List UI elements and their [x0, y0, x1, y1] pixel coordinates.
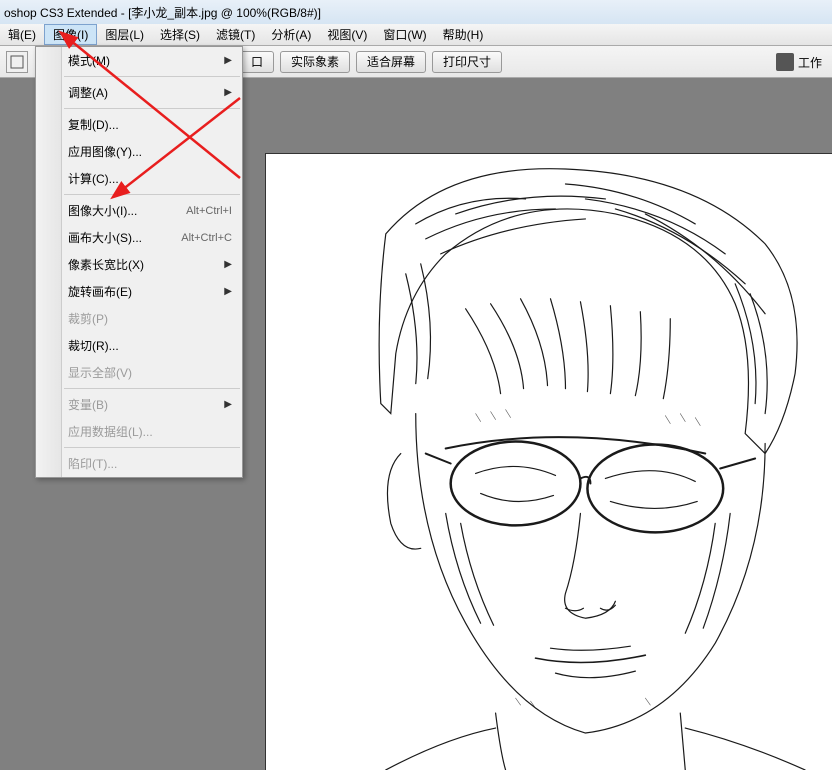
menu-mode-label: 模式(M) — [68, 52, 110, 69]
document-canvas[interactable] — [265, 153, 832, 770]
menu-pixel-aspect[interactable]: 像素长宽比(X) ▶ — [36, 251, 242, 278]
menu-apply-image[interactable]: 应用图像(Y)... — [36, 138, 242, 165]
menu-variables: 变量(B) ▶ — [36, 391, 242, 418]
menu-rotate-canvas-label: 旋转画布(E) — [68, 283, 132, 300]
menu-apply-image-label: 应用图像(Y)... — [68, 143, 142, 160]
menu-mode[interactable]: 模式(M) ▶ — [36, 47, 242, 74]
print-size-button[interactable]: 打印尺寸 — [432, 51, 502, 73]
sketch-image — [266, 154, 832, 770]
menu-separator — [64, 108, 240, 109]
tool-preset-icon[interactable] — [6, 51, 28, 73]
blank-button[interactable]: 口 — [240, 51, 274, 73]
menu-trim-label: 裁切(R)... — [68, 337, 119, 354]
menu-pixel-aspect-label: 像素长宽比(X) — [68, 256, 144, 273]
menu-apply-dataset-label: 应用数据组(L)... — [68, 423, 153, 440]
right-panel: 工作 — [772, 46, 832, 78]
menu-adjustments[interactable]: 调整(A) ▶ — [36, 79, 242, 106]
menu-trim[interactable]: 裁切(R)... — [36, 332, 242, 359]
menu-canvas-size-label: 画布大小(S)... — [68, 229, 142, 246]
menu-select[interactable]: 选择(S) — [152, 24, 208, 45]
menu-layer[interactable]: 图层(L) — [97, 24, 152, 45]
image-dropdown-menu: 模式(M) ▶ 调整(A) ▶ 复制(D)... 应用图像(Y)... 计算(C… — [35, 46, 243, 478]
menu-separator — [64, 447, 240, 448]
menu-view[interactable]: 视图(V) — [319, 24, 375, 45]
window-title: oshop CS3 Extended - [李小龙_副本.jpg @ 100%(… — [4, 4, 321, 21]
menu-bar: 辑(E) 图像(I) 图层(L) 选择(S) 滤镜(T) 分析(A) 视图(V)… — [0, 24, 832, 46]
title-bar: oshop CS3 Extended - [李小龙_副本.jpg @ 100%(… — [0, 0, 832, 24]
menu-variables-label: 变量(B) — [68, 396, 108, 413]
menu-window[interactable]: 窗口(W) — [375, 24, 434, 45]
bridge-icon[interactable] — [776, 53, 794, 71]
actual-pixels-button[interactable]: 实际象素 — [280, 51, 350, 73]
menu-image[interactable]: 图像(I) — [44, 24, 97, 45]
menu-separator — [64, 388, 240, 389]
menu-calculations[interactable]: 计算(C)... — [36, 165, 242, 192]
menu-apply-dataset: 应用数据组(L)... — [36, 418, 242, 445]
workspace-label[interactable]: 工作 — [798, 54, 822, 71]
menu-separator — [64, 194, 240, 195]
menu-adjustments-label: 调整(A) — [68, 84, 108, 101]
menu-reveal-all-label: 显示全部(V) — [68, 364, 132, 381]
menu-image-size[interactable]: 图像大小(I)... Alt+Ctrl+I — [36, 197, 242, 224]
menu-reveal-all: 显示全部(V) — [36, 359, 242, 386]
menu-calculations-label: 计算(C)... — [68, 170, 119, 187]
submenu-arrow-icon: ▶ — [224, 286, 232, 297]
menu-trap-label: 陷印(T)... — [68, 455, 117, 472]
submenu-arrow-icon: ▶ — [224, 259, 232, 270]
menu-image-size-shortcut: Alt+Ctrl+I — [186, 205, 232, 217]
menu-trap: 陷印(T)... — [36, 450, 242, 477]
submenu-arrow-icon: ▶ — [224, 87, 232, 98]
menu-image-size-label: 图像大小(I)... — [68, 202, 137, 219]
menu-help[interactable]: 帮助(H) — [435, 24, 492, 45]
submenu-arrow-icon: ▶ — [224, 399, 232, 410]
menu-crop: 裁剪(P) — [36, 305, 242, 332]
menu-edit[interactable]: 辑(E) — [0, 24, 44, 45]
menu-duplicate-label: 复制(D)... — [68, 116, 119, 133]
menu-canvas-size-shortcut: Alt+Ctrl+C — [181, 232, 232, 244]
submenu-arrow-icon: ▶ — [224, 55, 232, 66]
menu-rotate-canvas[interactable]: 旋转画布(E) ▶ — [36, 278, 242, 305]
menu-filter[interactable]: 滤镜(T) — [208, 24, 263, 45]
menu-crop-label: 裁剪(P) — [68, 310, 108, 327]
fit-screen-button[interactable]: 适合屏幕 — [356, 51, 426, 73]
menu-separator — [64, 76, 240, 77]
menu-duplicate[interactable]: 复制(D)... — [36, 111, 242, 138]
menu-analysis[interactable]: 分析(A) — [263, 24, 319, 45]
menu-canvas-size[interactable]: 画布大小(S)... Alt+Ctrl+C — [36, 224, 242, 251]
